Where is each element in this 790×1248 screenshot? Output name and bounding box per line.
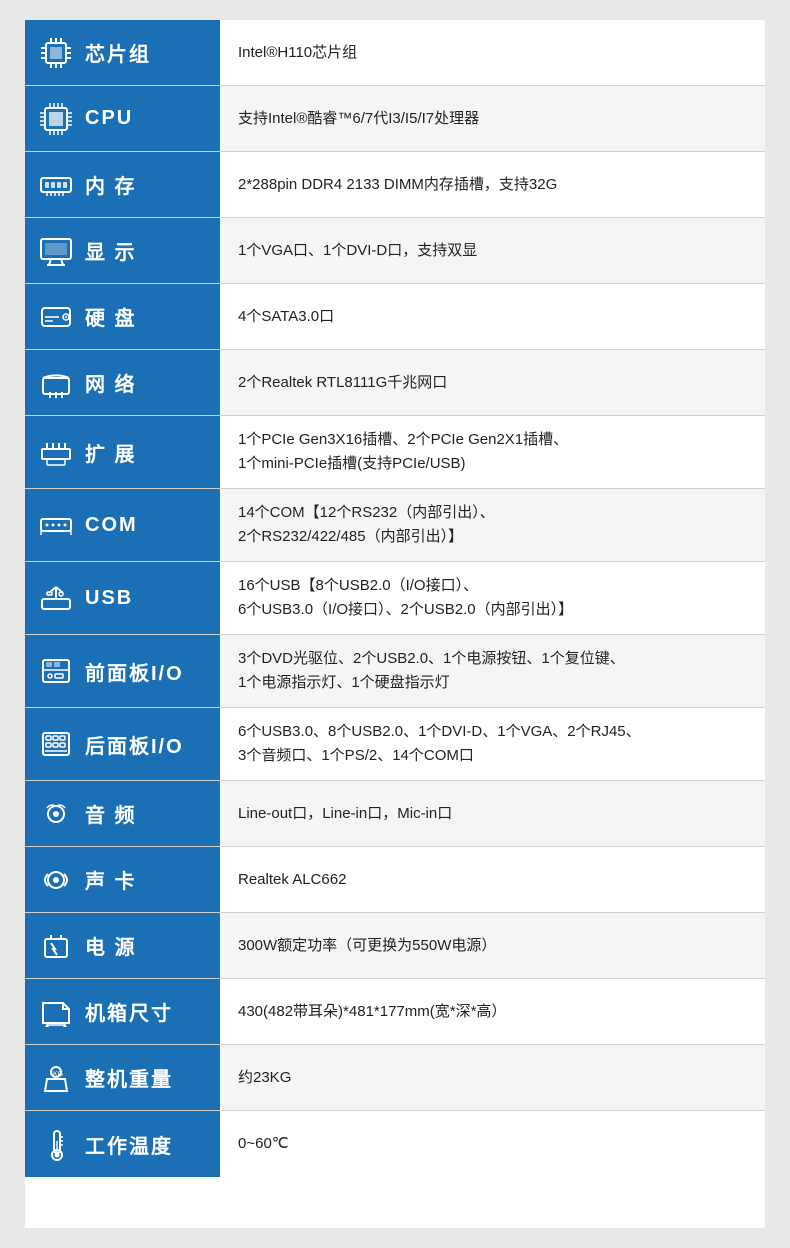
spec-row: 显 示 1个VGA口、1个DVI-D口，支持双显 [25, 218, 765, 284]
label-text-power: 电 源 [85, 931, 137, 960]
label-rear-io: 后面板I/O [25, 708, 220, 780]
label-temperature: 工作温度 [25, 1111, 220, 1177]
value-weight: 约23KG [220, 1045, 765, 1110]
spec-row: 机箱尺寸 430(482带耳朵)*481*177mm(宽*深*高） [25, 979, 765, 1045]
spec-table: 芯片组 Intel®H110芯片组 CPU 支持Intel®酷睿™6/7代I3/I5… [25, 20, 765, 1177]
label-text-cpu: CPU [85, 107, 133, 130]
label-text-rear-io: 后面板I/O [85, 730, 184, 759]
label-display: 显 示 [25, 218, 220, 283]
front-io-icon [35, 650, 77, 692]
spec-row: USB 16个USB【8个USB2.0（I/O接口）、 6个USB3.0（I/O接… [25, 562, 765, 635]
dimensions-icon [35, 991, 77, 1033]
usb-icon [35, 577, 77, 619]
label-front-io: 前面板I/O [25, 635, 220, 707]
value-sound-card: Realtek ALC662 [220, 847, 765, 912]
label-text-weight: 整机重量 [85, 1063, 173, 1092]
label-text-audio: 音 频 [85, 799, 137, 828]
memory-icon [35, 164, 77, 206]
label-text-hdd: 硬 盘 [85, 302, 137, 331]
spec-container: 芯片组 Intel®H110芯片组 CPU 支持Intel®酷睿™6/7代I3/I5… [25, 20, 765, 1228]
svg-text:KG: KG [53, 1071, 63, 1078]
label-cpu: CPU [25, 86, 220, 151]
label-text-network: 网 络 [85, 368, 137, 397]
label-text-memory: 内 存 [85, 170, 137, 199]
label-sound-card: 声 卡 [25, 847, 220, 912]
label-text-com: COM [85, 514, 138, 537]
value-display: 1个VGA口、1个DVI-D口，支持双显 [220, 218, 765, 283]
label-chipset: 芯片组 [25, 20, 220, 85]
audio-icon [35, 793, 77, 835]
label-dimensions: 机箱尺寸 [25, 979, 220, 1044]
value-power: 300W额定功率（可更换为550W电源） [220, 913, 765, 978]
label-memory: 内 存 [25, 152, 220, 217]
value-front-io: 3个DVD光驱位、2个USB2.0、1个电源按钮、1个复位键、 1个电源指示灯、… [220, 635, 765, 707]
sound-card-icon [35, 859, 77, 901]
label-text-usb: USB [85, 587, 133, 610]
value-memory: 2*288pin DDR4 2133 DIMM内存插槽，支持32G [220, 152, 765, 217]
label-weight: KG 整机重量 [25, 1045, 220, 1110]
label-text-sound-card: 声 卡 [85, 865, 137, 894]
chipset-icon [35, 32, 77, 74]
hdd-icon [35, 296, 77, 338]
label-com: COM [25, 489, 220, 561]
label-usb: USB [25, 562, 220, 634]
value-expansion: 1个PCIe Gen3X16插槽、2个PCIe Gen2X1插槽、 1个mini… [220, 416, 765, 488]
spec-row: 前面板I/O 3个DVD光驱位、2个USB2.0、1个电源按钮、1个复位键、 1个… [25, 635, 765, 708]
expansion-icon [35, 431, 77, 473]
label-text-expansion: 扩 展 [85, 438, 137, 467]
label-text-dimensions: 机箱尺寸 [85, 997, 173, 1026]
label-network: 网 络 [25, 350, 220, 415]
spec-row: 声 卡 Realtek ALC662 [25, 847, 765, 913]
value-chipset: Intel®H110芯片组 [220, 20, 765, 85]
spec-row: KG 整机重量约23KG [25, 1045, 765, 1111]
spec-row: 工作温度 0~60℃ [25, 1111, 765, 1177]
label-power: 电 源 [25, 913, 220, 978]
com-icon [35, 504, 77, 546]
spec-row: 网 络 2个Realtek RTL8111G千兆网口 [25, 350, 765, 416]
value-dimensions: 430(482带耳朵)*481*177mm(宽*深*高） [220, 979, 765, 1044]
temperature-icon [35, 1123, 77, 1165]
spec-row: COM 14个COM【12个RS232（内部引出）、 2个RS232/422/48… [25, 489, 765, 562]
value-cpu: 支持Intel®酷睿™6/7代I3/I5/I7处理器 [220, 86, 765, 151]
label-expansion: 扩 展 [25, 416, 220, 488]
value-audio: Line-out口，Line-in口，Mic-in口 [220, 781, 765, 846]
rear-io-icon [35, 723, 77, 765]
spec-row: 扩 展 1个PCIe Gen3X16插槽、2个PCIe Gen2X1插槽、 1个m… [25, 416, 765, 489]
value-temperature: 0~60℃ [220, 1111, 765, 1177]
value-com: 14个COM【12个RS232（内部引出）、 2个RS232/422/485（内… [220, 489, 765, 561]
value-network: 2个Realtek RTL8111G千兆网口 [220, 350, 765, 415]
spec-row: 电 源 300W额定功率（可更换为550W电源） [25, 913, 765, 979]
display-icon [35, 230, 77, 272]
weight-icon: KG [35, 1057, 77, 1099]
network-icon [35, 362, 77, 404]
label-text-display: 显 示 [85, 236, 137, 265]
label-audio: 音 频 [25, 781, 220, 846]
value-usb: 16个USB【8个USB2.0（I/O接口）、 6个USB3.0（I/O接口）、… [220, 562, 765, 634]
spec-row: 硬 盘 4个SATA3.0口 [25, 284, 765, 350]
power-icon [35, 925, 77, 967]
value-hdd: 4个SATA3.0口 [220, 284, 765, 349]
label-text-temperature: 工作温度 [85, 1130, 173, 1159]
label-text-chipset: 芯片组 [85, 38, 151, 67]
value-rear-io: 6个USB3.0、8个USB2.0、1个DVI-D、1个VGA、2个RJ45、 … [220, 708, 765, 780]
cpu-icon [35, 98, 77, 140]
spec-row: 音 频 Line-out口，Line-in口，Mic-in口 [25, 781, 765, 847]
label-text-front-io: 前面板I/O [85, 657, 184, 686]
spec-row: 内 存 2*288pin DDR4 2133 DIMM内存插槽，支持32G [25, 152, 765, 218]
spec-row: 后面板I/O 6个USB3.0、8个USB2.0、1个DVI-D、1个VGA、2个… [25, 708, 765, 781]
label-hdd: 硬 盘 [25, 284, 220, 349]
spec-row: CPU 支持Intel®酷睿™6/7代I3/I5/I7处理器 [25, 86, 765, 152]
spec-row: 芯片组 Intel®H110芯片组 [25, 20, 765, 86]
